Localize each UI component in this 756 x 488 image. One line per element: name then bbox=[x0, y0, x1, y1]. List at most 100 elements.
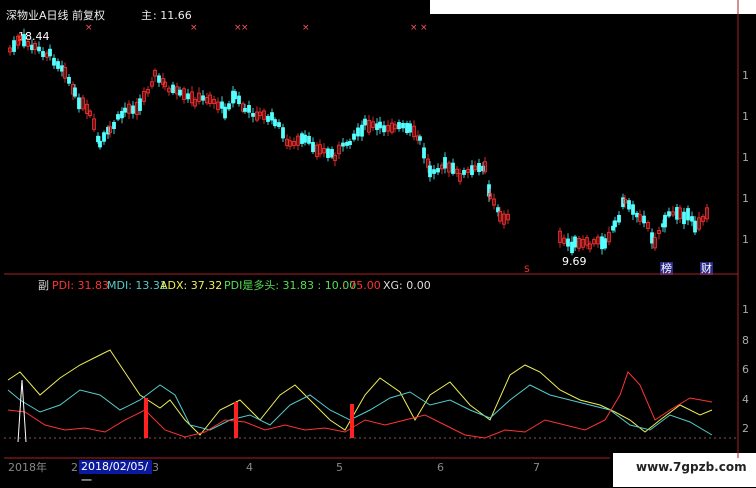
candle bbox=[558, 230, 562, 243]
candle bbox=[588, 243, 592, 250]
candle bbox=[483, 161, 487, 173]
timeline-label: 3 bbox=[152, 461, 159, 474]
candlestick-series bbox=[8, 28, 709, 256]
candle bbox=[193, 98, 197, 107]
candle bbox=[266, 115, 270, 122]
candle bbox=[12, 40, 16, 52]
xg-spike bbox=[17, 379, 27, 443]
price-tick: 1 bbox=[742, 69, 749, 82]
candle bbox=[77, 97, 81, 110]
candle bbox=[37, 46, 41, 52]
candle bbox=[487, 184, 491, 197]
candle bbox=[498, 211, 502, 222]
candle bbox=[88, 110, 92, 117]
candle bbox=[488, 193, 492, 199]
candle bbox=[142, 90, 146, 102]
candle bbox=[186, 93, 190, 100]
candle bbox=[432, 169, 436, 174]
candle bbox=[675, 207, 679, 220]
candle bbox=[161, 78, 165, 85]
candle bbox=[371, 121, 375, 128]
signal-x-marker: × bbox=[410, 23, 418, 33]
candle bbox=[506, 213, 510, 221]
candle bbox=[477, 163, 481, 173]
candle bbox=[223, 106, 227, 119]
candle bbox=[303, 134, 307, 143]
indicator-tick: 8 bbox=[742, 334, 749, 347]
candle bbox=[106, 126, 110, 135]
chart-canvas bbox=[4, 0, 739, 459]
candle bbox=[363, 118, 367, 126]
candle bbox=[631, 204, 635, 215]
candle bbox=[277, 122, 281, 127]
candle bbox=[470, 165, 474, 175]
candle bbox=[273, 119, 277, 127]
candle bbox=[33, 43, 37, 50]
candle bbox=[98, 140, 102, 148]
candle bbox=[682, 211, 686, 225]
candle bbox=[120, 111, 124, 119]
candle bbox=[102, 132, 106, 142]
candle bbox=[397, 122, 401, 130]
adx-value: ADX: 37.32 bbox=[160, 279, 223, 292]
candle bbox=[440, 164, 444, 170]
candle bbox=[671, 211, 675, 216]
signal-x-marker: × bbox=[241, 23, 249, 33]
candle bbox=[167, 87, 171, 93]
candle bbox=[473, 165, 477, 171]
indicator-tick: 2 bbox=[742, 422, 749, 435]
candle bbox=[466, 169, 470, 173]
candle bbox=[581, 238, 585, 248]
candle bbox=[251, 112, 255, 117]
candle bbox=[296, 135, 300, 146]
candle bbox=[131, 105, 135, 114]
candle bbox=[326, 148, 330, 158]
candle bbox=[375, 123, 379, 131]
candle bbox=[436, 168, 440, 173]
candle bbox=[585, 237, 589, 246]
candle bbox=[573, 236, 577, 248]
candle bbox=[596, 236, 600, 245]
candle bbox=[138, 98, 142, 111]
candle bbox=[233, 91, 237, 100]
indicator-name: 副 bbox=[38, 279, 49, 292]
price-tick: 1 bbox=[742, 192, 749, 205]
stock-chart-window: 深物业A日线 前复权 主 : 11.66 × × × × × × × 18.44… bbox=[0, 0, 756, 487]
candle bbox=[175, 86, 179, 95]
candle bbox=[201, 95, 205, 101]
candle bbox=[686, 208, 690, 221]
signal-x-marker: × bbox=[420, 23, 428, 33]
candle bbox=[85, 103, 89, 114]
price-tick: 1 bbox=[742, 233, 749, 246]
candle bbox=[315, 144, 319, 157]
candle bbox=[360, 124, 364, 137]
timeline-label: 6 bbox=[437, 461, 444, 474]
pdi-value: PDI: 31.83 bbox=[52, 279, 110, 292]
candle bbox=[701, 216, 705, 222]
candle bbox=[197, 92, 201, 102]
candle bbox=[30, 44, 34, 51]
candle bbox=[60, 65, 64, 72]
candle bbox=[443, 157, 447, 169]
candle bbox=[627, 200, 631, 210]
candle bbox=[307, 135, 311, 144]
candle bbox=[592, 239, 596, 245]
candle bbox=[220, 101, 224, 109]
candle bbox=[455, 168, 459, 174]
candle bbox=[611, 225, 615, 231]
candle bbox=[401, 123, 405, 129]
candle bbox=[212, 99, 216, 104]
candle bbox=[422, 147, 426, 159]
candle bbox=[237, 95, 241, 105]
candle bbox=[405, 123, 409, 134]
candle bbox=[502, 213, 506, 225]
candle bbox=[613, 220, 617, 228]
low-price-label: 9.69 bbox=[562, 255, 587, 268]
candle bbox=[108, 126, 112, 134]
candle bbox=[182, 88, 186, 100]
blank-area bbox=[430, 0, 756, 14]
timeline-label: 2 bbox=[71, 461, 78, 474]
candle bbox=[146, 89, 150, 94]
candle bbox=[281, 127, 285, 139]
candle bbox=[458, 173, 462, 182]
